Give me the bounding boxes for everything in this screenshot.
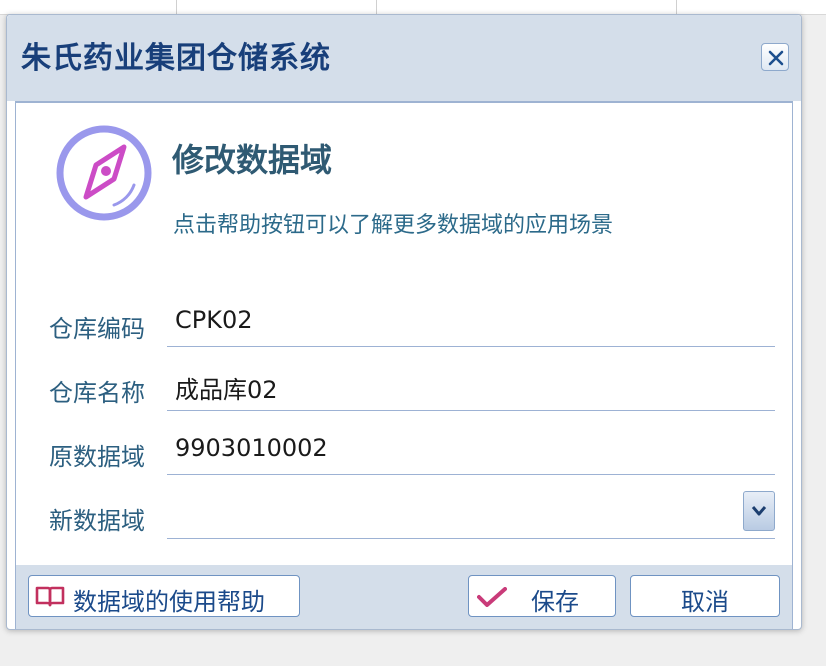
edit-data-domain-dialog: 朱氏药业集团仓储系统 修改数据域 点击帮助按钮可以了解更多数据域的应用场景 仓库… [6,14,802,630]
original-data-domain-label: 原数据域 [49,443,145,471]
save-button-label: 保存 [531,588,579,616]
original-data-domain-field[interactable]: 9903010002 [167,425,775,475]
new-data-domain-label: 新数据域 [49,507,145,535]
new-data-domain-select[interactable] [167,489,775,539]
compass-icon [56,125,152,221]
warehouse-code-value: CPK02 [175,306,253,334]
dialog-subtitle: 点击帮助按钮可以了解更多数据域的应用场景 [173,213,614,238]
dialog-footer: 数据域的使用帮助 保存 取消 [16,565,792,629]
app-title: 朱氏药业集团仓储系统 [21,41,331,76]
dialog-titlebar: 朱氏药业集团仓储系统 [7,15,801,101]
book-icon [35,586,65,607]
warehouse-name-row: 仓库名称 成品库02 [49,361,779,413]
dialog-title: 修改数据域 [172,141,333,179]
close-button[interactable] [761,43,789,71]
checkmark-icon [477,587,507,607]
warehouse-code-row: 仓库编码 CPK02 [49,297,779,349]
original-data-domain-value: 9903010002 [175,434,328,462]
warehouse-code-field[interactable]: CPK02 [167,297,775,347]
chevron-down-icon [751,506,767,516]
new-data-domain-dropdown-button[interactable] [743,491,775,531]
help-button-label: 数据域的使用帮助 [73,588,265,616]
original-data-domain-row: 原数据域 9903010002 [49,425,779,477]
grid-divider [376,0,377,14]
cancel-button-label: 取消 [681,588,729,616]
new-data-domain-row: 新数据域 [49,489,779,541]
warehouse-name-label: 仓库名称 [49,379,145,407]
background-grid [0,0,826,15]
cancel-button[interactable]: 取消 [630,575,780,617]
grid-divider [676,0,677,14]
warehouse-code-label: 仓库编码 [49,315,145,343]
help-button[interactable]: 数据域的使用帮助 [28,575,300,617]
warehouse-name-field[interactable]: 成品库02 [167,361,775,411]
dialog-content: 修改数据域 点击帮助按钮可以了解更多数据域的应用场景 仓库编码 CPK02 仓库… [15,101,793,629]
save-button[interactable]: 保存 [468,575,616,617]
grid-divider [176,0,177,14]
close-icon [768,50,784,66]
warehouse-name-value: 成品库02 [175,376,278,404]
